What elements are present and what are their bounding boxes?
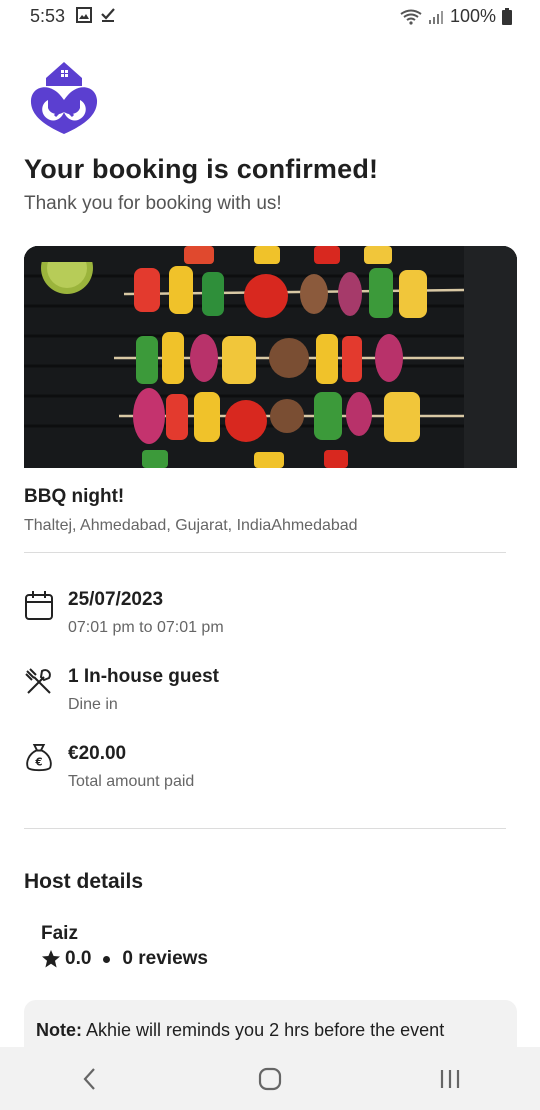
back-icon [83,1067,95,1090]
calendar-icon [25,591,53,620]
status-left-icons [76,7,116,23]
amount-paid: €20.00 [68,743,127,764]
wifi-icon [400,9,422,25]
note-text: Note: Akhie will reminds you 2 hrs befor… [36,1020,444,1041]
note-message: Akhie will reminds you 2 hrs before the … [82,1020,445,1040]
host-rating: 0.0 0 reviews [41,948,208,970]
money-bag-icon: € [26,743,52,772]
booking-date: 25/07/2023 [68,589,164,610]
fork-knife-icon [25,668,51,694]
status-right: 100% [400,6,512,27]
battery-percent: 100% [449,6,496,26]
battery-icon [502,8,512,25]
event-location: Thaltej, Ahmedabad, Gujarat, IndiaAhmeda… [24,517,358,534]
note-label: Note: [36,1020,82,1040]
status-bar: 5:53 100% [0,0,540,34]
divider [24,552,506,553]
separator-dot [103,955,111,963]
home-icon [258,1067,282,1090]
host-name[interactable]: Faiz [41,923,78,945]
signal-icon [428,10,443,24]
page-subtitle: Thank you for booking with us! [24,193,282,214]
home-button[interactable] [240,1059,300,1099]
svg-text:€: € [34,757,42,769]
divider [24,828,506,829]
brand-logo-icon [30,62,98,134]
back-button[interactable] [60,1059,120,1099]
host-details-heading: Host details [24,870,144,893]
page-title: Your booking is confirmed! [24,154,379,184]
reviews-count[interactable]: 0 reviews [122,948,208,970]
rating-value: 0.0 [65,948,92,969]
download-done-icon [101,8,115,22]
star-icon [42,950,60,968]
booking-time: 07:01 pm to 07:01 pm [68,619,224,636]
event-name: BBQ night! [24,486,125,507]
status-time: 5:53 [30,6,66,26]
event-image [24,246,517,468]
system-nav-bar [0,1047,540,1110]
gallery-icon [76,7,92,23]
recents-button[interactable] [420,1059,480,1099]
amount-label: Total amount paid [68,773,195,790]
dining-type: Dine in [68,696,118,713]
recents-icon [440,1069,460,1088]
guest-count: 1 In-house guest [68,666,219,687]
